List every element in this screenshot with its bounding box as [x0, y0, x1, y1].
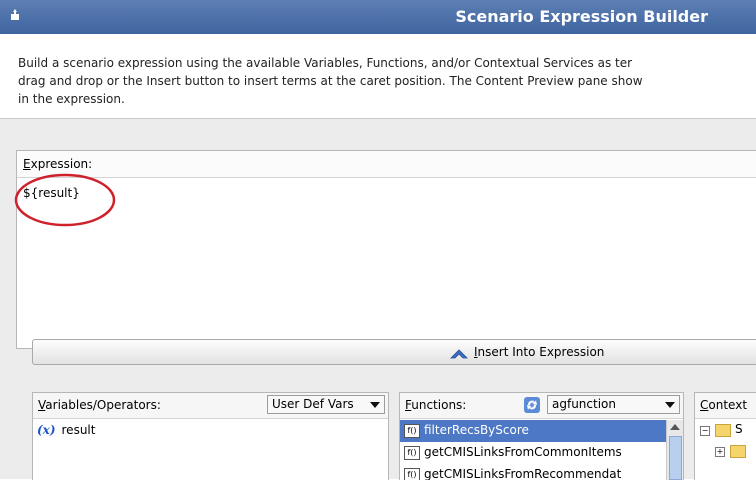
variables-header: Variables/Operators: User Def Vars	[33, 393, 388, 419]
description-panel: Build a scenario expression using the av…	[0, 34, 756, 119]
title-bar: Scenario Expression Builder	[0, 0, 756, 34]
function-icon: f()	[404, 446, 420, 460]
folder-icon	[730, 445, 746, 458]
variable-item-result[interactable]: (x) result	[37, 423, 95, 437]
context-header: Context	[695, 393, 756, 419]
chevron-down-icon	[665, 402, 675, 408]
refresh-icon[interactable]	[523, 396, 541, 414]
insert-into-expression-button[interactable]: Insert Into Expression	[32, 339, 756, 365]
functions-label: Functions:	[405, 398, 467, 412]
function-icon: f()	[404, 424, 420, 438]
expression-panel: Expression: ${result}	[14, 150, 756, 349]
function-label: getCMISLinksFromRecommendat	[424, 467, 622, 480]
context-label: Context	[700, 398, 748, 412]
context-tree-root[interactable]: S	[735, 422, 743, 436]
description-line-3: in the expression.	[18, 92, 125, 106]
variables-label: Variables/Operators:	[38, 398, 161, 412]
variables-dropdown-value: User Def Vars	[272, 397, 354, 411]
window-title: Scenario Expression Builder	[455, 7, 708, 26]
variables-dropdown[interactable]: User Def Vars	[267, 395, 385, 414]
description-line-2: drag and drop or the Insert button to in…	[18, 74, 643, 88]
chevron-down-icon	[370, 402, 380, 408]
expression-editor[interactable]: ${result}	[23, 186, 80, 200]
context-panel: Context − S +	[694, 392, 756, 480]
variable-label: result	[61, 423, 96, 437]
function-icon: f()	[404, 468, 420, 480]
functions-panel: Functions: agfunction f() filterRecsBySc…	[399, 392, 684, 480]
collapse-icon[interactable]: −	[700, 426, 710, 436]
scroll-up-icon[interactable]	[670, 424, 680, 430]
function-label: getCMISLinksFromCommonItems	[424, 445, 622, 459]
function-item[interactable]: f() filterRecsByScore	[400, 420, 666, 442]
annotation-circle	[14, 173, 116, 227]
function-item[interactable]: f() getCMISLinksFromCommonItems	[400, 442, 666, 464]
functions-header: Functions: agfunction	[400, 393, 683, 419]
description-text: Build a scenario expression using the av…	[18, 54, 756, 108]
description-line-1: Build a scenario expression using the av…	[18, 56, 633, 70]
functions-list: f() filterRecsByScore f() getCMISLinksFr…	[400, 420, 666, 480]
scrollbar-thumb[interactable]	[669, 436, 682, 480]
function-label: filterRecsByScore	[424, 423, 529, 437]
expression-header: Expression:	[17, 151, 756, 178]
insert-button-label: Insert Into Expression	[474, 345, 605, 359]
chevron-up-icon	[450, 349, 468, 359]
expand-icon[interactable]: +	[715, 447, 725, 457]
variables-panel: Variables/Operators: User Def Vars (x) re…	[32, 392, 389, 480]
functions-scrollbar[interactable]	[666, 420, 683, 480]
functions-dropdown[interactable]: agfunction	[547, 395, 680, 414]
function-item[interactable]: f() getCMISLinksFromRecommendat	[400, 464, 666, 480]
functions-dropdown-value: agfunction	[552, 397, 616, 411]
folder-icon	[715, 424, 731, 437]
variable-icon: (x)	[37, 423, 56, 437]
app-icon	[11, 9, 19, 20]
expression-label: Expression:	[23, 157, 93, 171]
